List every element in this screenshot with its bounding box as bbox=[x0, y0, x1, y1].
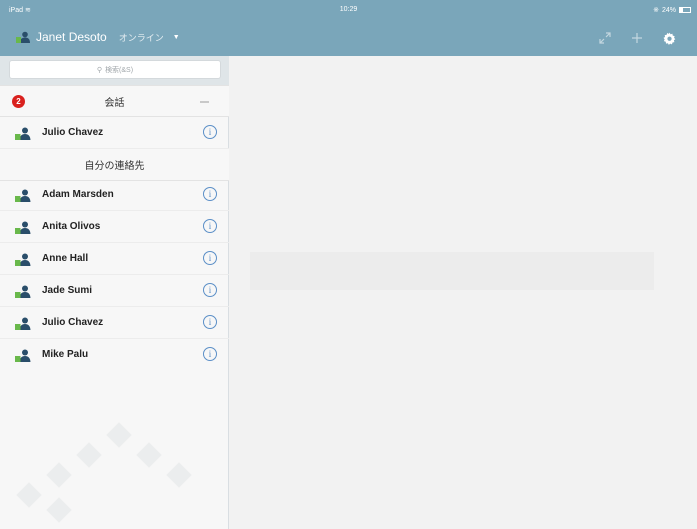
contact-name: Adam Marsden bbox=[42, 189, 114, 200]
plus-icon[interactable] bbox=[629, 30, 645, 46]
contacts-section-label: 自分の連絡先 bbox=[84, 161, 145, 172]
info-icon[interactable]: i bbox=[203, 283, 217, 297]
header-actions bbox=[597, 30, 677, 46]
contact-name: Julio Chavez bbox=[42, 127, 104, 138]
collapse-icon[interactable] bbox=[200, 101, 209, 103]
background-watermark bbox=[16, 422, 192, 523]
info-icon[interactable]: i bbox=[203, 315, 217, 329]
contact-icon bbox=[15, 127, 31, 140]
gear-icon[interactable] bbox=[661, 30, 677, 46]
presence-status: オンライン bbox=[118, 32, 164, 43]
app-header: Janet Desoto オンライン ▼ bbox=[0, 20, 697, 56]
unread-badge: 2 bbox=[12, 95, 25, 108]
user-name: Janet Desoto bbox=[36, 30, 107, 44]
battery-icon bbox=[679, 7, 691, 13]
bluetooth-icon: ※ bbox=[653, 7, 659, 14]
conversations-section-header[interactable]: 2 会話 bbox=[0, 85, 229, 117]
conversation-pane bbox=[230, 56, 697, 529]
user-presence-menu[interactable]: Janet Desoto オンライン ▼ bbox=[16, 30, 180, 44]
conversation-item[interactable]: Julio Chavez i bbox=[0, 117, 229, 149]
status-bar: iPad ≋ 10:29 ※ 24% bbox=[0, 0, 697, 20]
conversations-label: 会話 bbox=[104, 97, 125, 109]
contacts-section-header: 自分の連絡先 bbox=[0, 149, 229, 181]
contact-icon bbox=[15, 221, 31, 234]
contact-name: Anne Hall bbox=[42, 253, 89, 264]
battery-percent: 24% bbox=[661, 6, 676, 14]
chevron-down-icon: ▼ bbox=[172, 33, 180, 41]
info-icon[interactable]: i bbox=[203, 125, 217, 139]
status-bar-time: 10:29 bbox=[339, 6, 358, 13]
search-bar: ⚲ 検索(&S) bbox=[0, 56, 229, 85]
status-bar-battery: ※ 24% bbox=[653, 6, 691, 14]
search-icon: ⚲ bbox=[96, 66, 103, 74]
contact-item[interactable]: Mike Palu i bbox=[0, 339, 229, 371]
contact-icon bbox=[15, 349, 31, 362]
contact-item[interactable]: Adam Marsden i bbox=[0, 179, 229, 211]
empty-state-strip bbox=[250, 252, 654, 290]
contact-item[interactable]: Anita Olivos i bbox=[0, 211, 229, 243]
contact-item[interactable]: Anne Hall i bbox=[0, 243, 229, 275]
info-icon[interactable]: i bbox=[203, 347, 217, 361]
search-input[interactable]: ⚲ 検索(&S) bbox=[9, 60, 221, 79]
user-avatar-icon bbox=[16, 31, 30, 43]
info-icon[interactable]: i bbox=[203, 251, 217, 265]
contact-name: Anita Olivos bbox=[42, 221, 101, 232]
contact-icon bbox=[15, 189, 31, 202]
contact-name: Julio Chavez bbox=[42, 317, 104, 328]
contact-name: Mike Palu bbox=[42, 349, 89, 360]
contact-icon bbox=[15, 253, 31, 266]
contact-item[interactable]: Jade Sumi i bbox=[0, 275, 229, 307]
contact-name: Jade Sumi bbox=[42, 285, 93, 296]
contact-item[interactable]: Julio Chavez i bbox=[0, 307, 229, 339]
info-icon[interactable]: i bbox=[203, 219, 217, 233]
expand-icon[interactable] bbox=[597, 30, 613, 46]
sidebar: ⚲ 検索(&S) 2 会話 Julio Chavez i 自分の連絡先 Adam… bbox=[0, 56, 229, 529]
info-icon[interactable]: i bbox=[203, 187, 217, 201]
contact-icon bbox=[15, 317, 31, 330]
contact-icon bbox=[15, 285, 31, 298]
search-placeholder: 検索(&S) bbox=[105, 66, 134, 74]
